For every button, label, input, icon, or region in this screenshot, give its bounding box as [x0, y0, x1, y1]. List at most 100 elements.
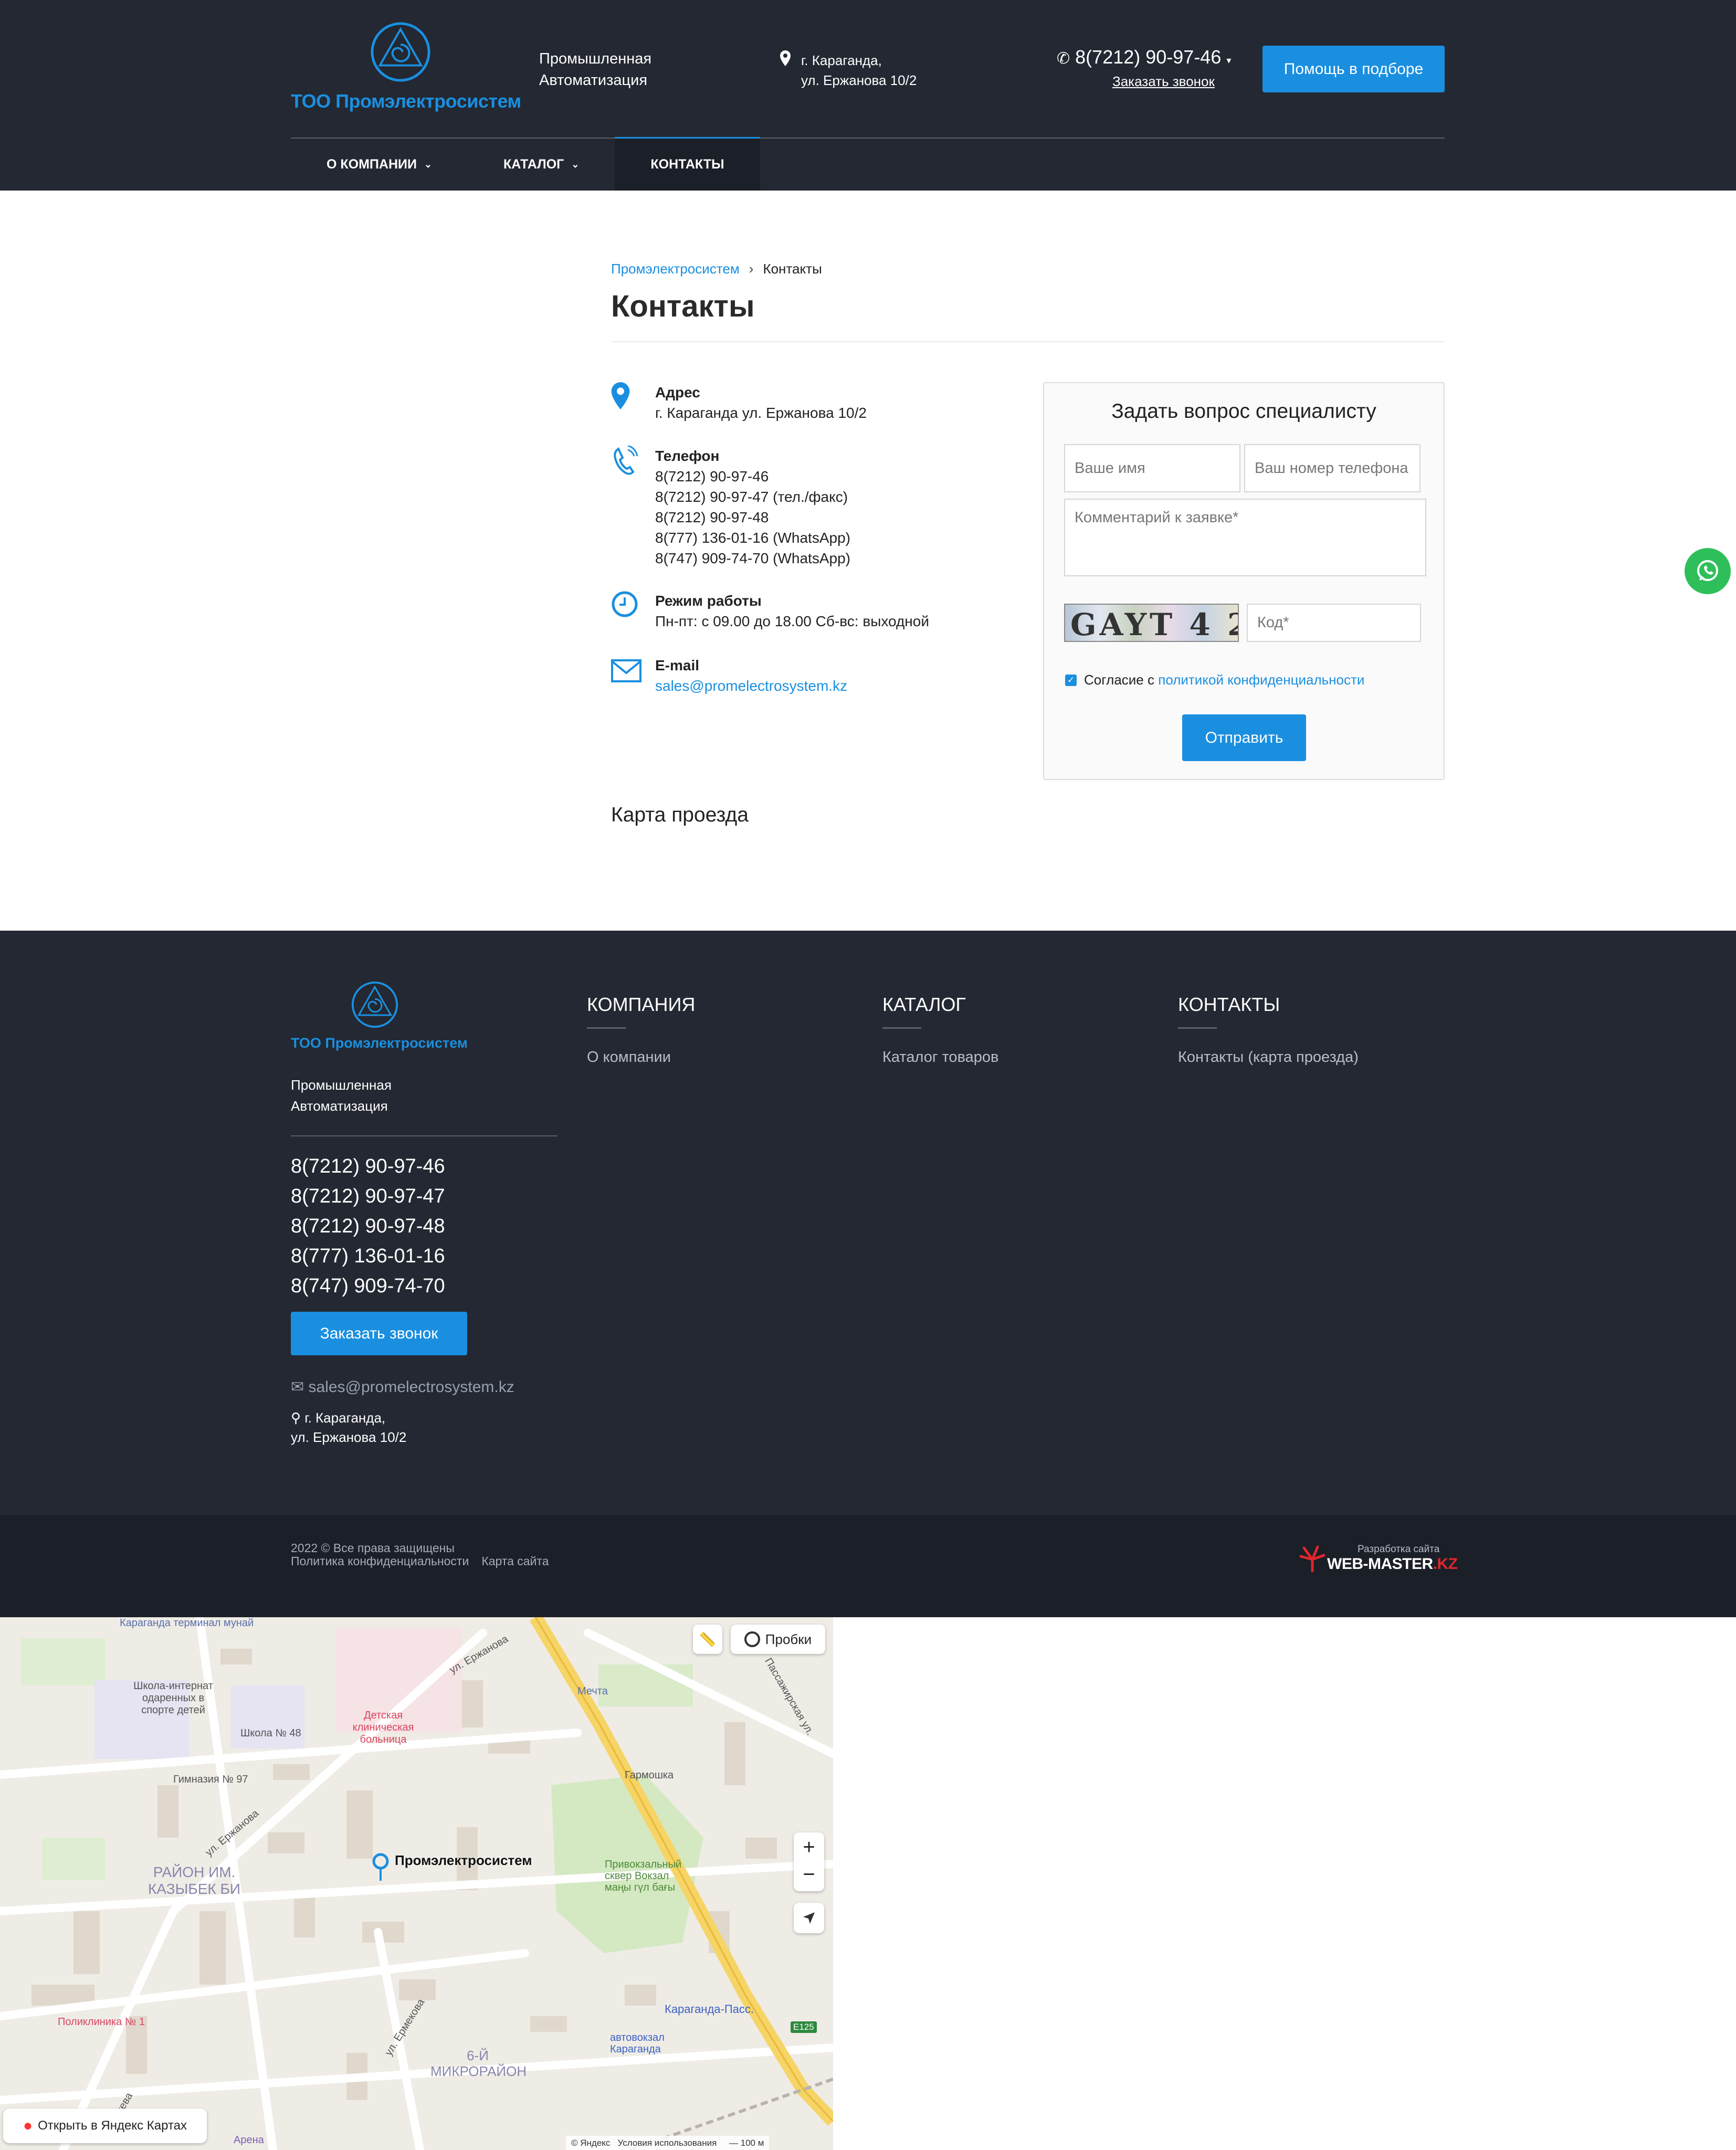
map-terms-link[interactable]: Условия использования [618, 2138, 717, 2148]
breadcrumb-current: Контакты [763, 261, 822, 277]
address-value: г. Караганда ул. Ержанова 10/2 [655, 405, 867, 421]
geolocation-button[interactable] [794, 1903, 824, 1933]
yandex-map[interactable]: Промэлектросистем Караганда терминал мун… [0, 1617, 833, 2150]
phone-line[interactable]: 8(7212) 90-97-47 (тел./факс) [655, 487, 850, 507]
map-label: РАЙОН ИМ. КАЗЫБЕК БИ [148, 1864, 240, 1897]
map-marker-label[interactable]: Промэлектросистем [395, 1852, 532, 1869]
heading-underline [882, 1027, 921, 1029]
map-label: Караганда-Пасс. [665, 2003, 754, 2016]
address-line: ул. Ержанова 10/2 [801, 72, 917, 88]
map-label: Караганда терминал мунай [120, 1617, 254, 1629]
ruler-icon: 📏 [699, 1631, 717, 1647]
footer-email-text: sales@promelectrosystem.kz [308, 1378, 514, 1396]
privacy-link[interactable]: Политика конфиденциальности [291, 1554, 469, 1568]
map-pin-icon [780, 50, 791, 66]
zoom-in-button[interactable]: + [803, 1832, 815, 1862]
footer-col-heading: КОМПАНИЯ [587, 994, 696, 1015]
email-link[interactable]: sales@promelectrosystem.kz [655, 678, 847, 694]
map-label: Школа № 48 [240, 1727, 301, 1739]
footer-col-heading: КОНТАКТЫ [1178, 994, 1280, 1015]
footer-link-about[interactable]: О компании [587, 1049, 695, 1066]
footer-link-catalog[interactable]: Каталог товаров [882, 1049, 998, 1066]
address-label: Адрес [655, 384, 700, 401]
map-label: Привокзальный сквер Вокзал маңы гүл бағы [605, 1859, 682, 1893]
header-address: г. Караганда, ул. Ержанова 10/2 [780, 50, 917, 90]
route-badge: E125 [791, 2021, 817, 2033]
privacy-policy-link[interactable]: политикой конфиденциальности [1158, 672, 1364, 688]
address-line: г. Караганда, [304, 1410, 386, 1426]
footer-logo-icon[interactable] [351, 981, 399, 1029]
header-phone[interactable]: ✆ 8(7212) 90-97-46 ▾ [1057, 46, 1231, 68]
developer-brand-tld: .KZ [1433, 1555, 1458, 1573]
traffic-label: Пробки [765, 1631, 812, 1647]
open-in-yandex-button[interactable]: ● Открыть в Яндекс Картах [3, 2109, 207, 2143]
name-input[interactable]: Ваше имя [1064, 444, 1240, 492]
whatsapp-button[interactable] [1685, 548, 1731, 594]
nav-item-catalog[interactable]: КАТАЛОГ ⌄ [468, 139, 615, 191]
chevron-right-icon: › [749, 261, 754, 277]
site-footer [0, 931, 1736, 1515]
map-label: автовокзал Караганда [610, 2032, 665, 2055]
whatsapp-icon [1697, 560, 1718, 581]
footer-col-company: КОМПАНИЯ О компании [587, 994, 695, 1066]
map-label: Арена [234, 2134, 264, 2146]
clock-icon [612, 591, 638, 617]
phone-input[interactable]: Ваш номер телефона [1244, 444, 1421, 492]
map-pin-icon [611, 382, 630, 409]
help-selection-button[interactable]: Помощь в подборе [1262, 46, 1445, 92]
footer-phone[interactable]: 8(777) 136-01-16 [291, 1241, 445, 1271]
slogan-line: Промышленная [291, 1077, 392, 1093]
zoom-control: + − [794, 1832, 824, 1891]
footer-phone[interactable]: 8(7212) 90-97-47 [291, 1182, 445, 1211]
call-request-link[interactable]: Заказать звонок [1112, 73, 1215, 90]
captcha-code-input[interactable]: Код* [1247, 604, 1421, 642]
map-label: Поликлиника № 1 [58, 2016, 145, 2028]
sitemap-link[interactable]: Карта сайта [481, 1554, 549, 1568]
footer-call-button[interactable]: Заказать звонок [291, 1312, 467, 1355]
map-marker-icon[interactable] [372, 1852, 390, 1882]
nav-label: КОНТАКТЫ [650, 157, 724, 172]
comment-textarea[interactable]: Комментарий к заявке* [1064, 499, 1426, 576]
logo-icon[interactable] [370, 21, 432, 83]
footer-address: ⚲ г. Караганда, ул. Ержанова 10/2 [291, 1408, 406, 1447]
phone-line[interactable]: 8(7212) 90-97-46 [655, 466, 850, 487]
phone-line[interactable]: 8(7212) 90-97-48 [655, 507, 850, 528]
email-label: E-mail [655, 657, 700, 673]
map-label: Школа-интернат одаренных в спорте детей [133, 1680, 213, 1716]
footer-col-heading: КАТАЛОГ [882, 994, 966, 1015]
nav-item-about[interactable]: О КОМПАНИИ ⌄ [291, 139, 468, 191]
footer-logo-name[interactable]: ТОО Промэлектросистем [291, 1035, 468, 1051]
zoom-out-button[interactable]: − [803, 1862, 815, 1891]
map-attribution: © Яндекс Условия использования — 100 м [566, 2136, 770, 2150]
footer-link-contacts[interactable]: Контакты (карта проезда) [1178, 1049, 1359, 1066]
envelope-icon: ✉ [291, 1378, 304, 1396]
nav-label: КАТАЛОГ [503, 157, 564, 172]
footer-phone[interactable]: 8(7212) 90-97-46 [291, 1152, 445, 1182]
captcha-image: GAYT 4 2 [1064, 604, 1239, 642]
nav-item-contacts[interactable]: КОНТАКТЫ [615, 137, 760, 191]
traffic-button[interactable]: Пробки [731, 1625, 825, 1654]
chevron-down-icon: ⌄ [424, 159, 433, 170]
footer-phone[interactable]: 8(747) 909-74-70 [291, 1271, 445, 1301]
form-title: Задать вопрос специалисту [1111, 400, 1376, 423]
breadcrumb: Промэлектросистем › Контакты [611, 261, 822, 277]
heading-underline [1178, 1027, 1217, 1029]
footer-email[interactable]: ✉ sales@promelectrosystem.kz [291, 1378, 514, 1396]
web-master-logo-icon [1299, 1545, 1325, 1573]
ruler-button[interactable]: 📏 [693, 1625, 722, 1654]
breadcrumb-home-link[interactable]: Промэлектросистем [611, 261, 740, 277]
consent-row: ✓ Согласие с политикой конфиденциальност… [1065, 672, 1364, 688]
slogan-line: Автоматизация [539, 72, 648, 89]
captcha-text: GAYT 4 2 [1070, 607, 1239, 642]
footer-phone[interactable]: 8(7212) 90-97-48 [291, 1211, 445, 1241]
footer-divider [291, 1135, 557, 1136]
submit-button[interactable]: Отправить [1182, 714, 1306, 761]
developer-credit[interactable]: Разработка сайта WEB-MASTER.KZ [1297, 1541, 1458, 1583]
map-label: 6-Й МИКРОРАЙОН [430, 2048, 527, 2079]
phone-line[interactable]: 8(777) 136-01-16 (WhatsApp) [655, 528, 850, 548]
consent-checkbox[interactable]: ✓ [1065, 674, 1077, 686]
address-line: г. Караганда, [801, 52, 882, 68]
phone-line[interactable]: 8(747) 909-74-70 (WhatsApp) [655, 548, 850, 568]
logo-name[interactable]: ТОО Промэлектросистем [291, 90, 521, 112]
phone-icon: ✆ [1057, 50, 1070, 67]
